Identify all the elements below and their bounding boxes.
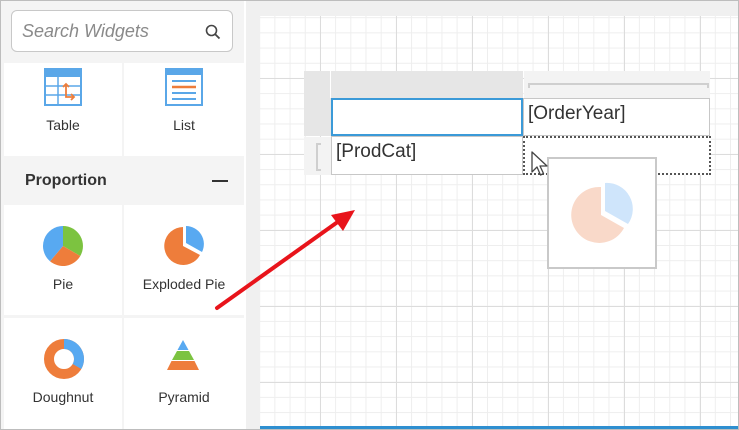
widget-pyramid-label: Pyramid <box>158 389 210 405</box>
annotation-arrow-icon <box>215 210 355 310</box>
proportion-section-title: Proportion <box>25 172 107 189</box>
matrix-row-group-bracket <box>316 143 321 171</box>
drag-preview-pie <box>547 157 657 269</box>
app-frame: Table List Proportion <box>0 0 739 430</box>
matrix-selected-cell[interactable] <box>331 98 523 136</box>
exploded-pie-icon <box>164 226 204 265</box>
matrix-column-field-cell[interactable]: [OrderYear] <box>523 98 710 136</box>
widget-doughnut[interactable]: Doughnut <box>4 318 122 429</box>
matrix-corner-header <box>304 71 331 98</box>
row-field-text: [ProdCat] <box>336 141 417 162</box>
doughnut-icon <box>44 339 84 379</box>
list-icon <box>165 68 203 106</box>
pyramid-icon <box>167 340 199 370</box>
matrix-column-group-bar <box>528 83 709 88</box>
search-icon[interactable] <box>205 24 221 40</box>
widget-pyramid[interactable]: Pyramid <box>124 318 244 429</box>
matrix-row-header-strip <box>304 98 331 136</box>
widget-table-label: Table <box>46 117 80 133</box>
canvas-bottom-border <box>260 426 738 429</box>
pie-chart-icon <box>42 226 83 266</box>
widget-sidebar: Table List Proportion <box>1 1 244 429</box>
collapse-icon[interactable] <box>212 180 228 182</box>
mouse-cursor-icon <box>531 151 548 176</box>
search-box[interactable] <box>11 10 233 52</box>
proportion-section-header[interactable]: Proportion <box>4 159 244 203</box>
widget-pie-label: Pie <box>52 276 74 292</box>
search-input[interactable] <box>22 17 192 45</box>
column-field-text: [OrderYear] <box>528 103 626 124</box>
widget-list-label: List <box>173 117 195 133</box>
widget-table[interactable]: Table <box>4 63 122 156</box>
widget-pie[interactable]: Pie <box>4 205 122 315</box>
widget-list[interactable]: List <box>124 63 244 156</box>
widget-doughnut-label: Doughnut <box>32 389 94 405</box>
matrix-column-header-strip <box>331 71 523 98</box>
pie-chart-icon <box>571 182 633 243</box>
matrix-row-field-cell[interactable]: [ProdCat] <box>331 136 523 175</box>
table-icon <box>44 68 82 106</box>
